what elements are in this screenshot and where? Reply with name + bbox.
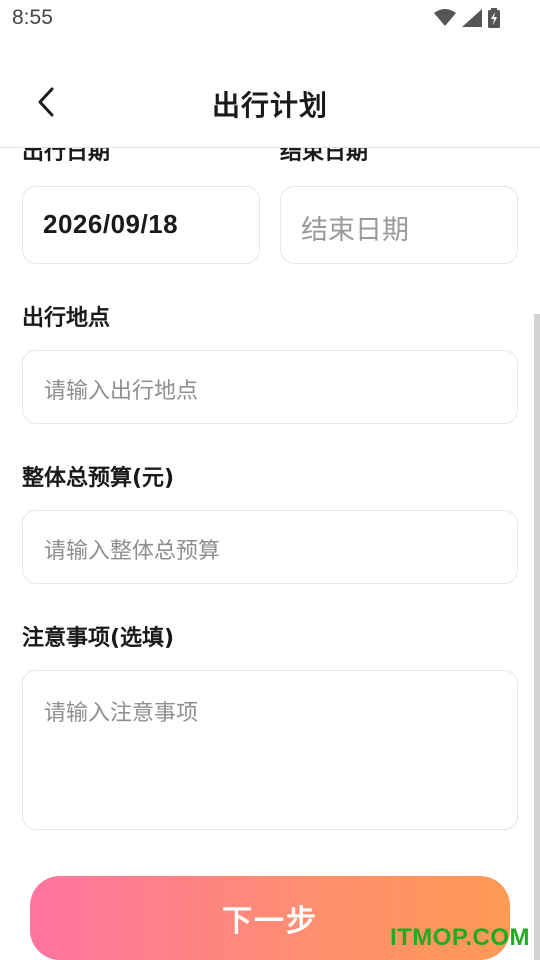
watermark: ITMOP.COM	[389, 924, 530, 951]
next-step-label: 下一步	[222, 904, 318, 939]
status-icons	[434, 8, 500, 32]
budget-placeholder: 请输入整体总预算	[44, 539, 221, 564]
location-label: 出行地点	[22, 306, 111, 331]
form-content: 出行日期 结束日期 2026/09/18 结束日期 出行地点 请输入出行地点 整…	[0, 148, 540, 960]
budget-input[interactable]: 请输入整体总预算	[22, 510, 518, 584]
status-bar: 8:55	[0, 0, 540, 38]
end-date-field[interactable]: 结束日期	[280, 186, 518, 264]
start-date-field[interactable]: 2026/09/18	[22, 186, 260, 264]
notes-placeholder: 请输入注意事项	[44, 701, 199, 726]
end-date-placeholder: 结束日期	[301, 215, 409, 246]
wifi-icon	[434, 9, 456, 31]
start-date-value: 2026/09/18	[43, 209, 179, 239]
notes-label: 注意事项(选填)	[22, 626, 175, 651]
end-date-label: 结束日期	[280, 148, 369, 165]
signal-icon	[462, 9, 482, 31]
notes-textarea[interactable]: 请输入注意事项	[22, 670, 518, 830]
budget-label: 整体总预算(元)	[22, 466, 175, 491]
battery-charging-icon	[488, 8, 500, 32]
page-title: 出行计划	[211, 89, 328, 122]
scrollbar[interactable]	[534, 314, 540, 960]
status-time: 8:55	[12, 6, 53, 29]
start-date-label: 出行日期	[22, 148, 111, 165]
location-input[interactable]: 请输入出行地点	[22, 350, 518, 424]
location-placeholder: 请输入出行地点	[44, 379, 199, 404]
nav-bar: 出行计划	[0, 60, 540, 148]
